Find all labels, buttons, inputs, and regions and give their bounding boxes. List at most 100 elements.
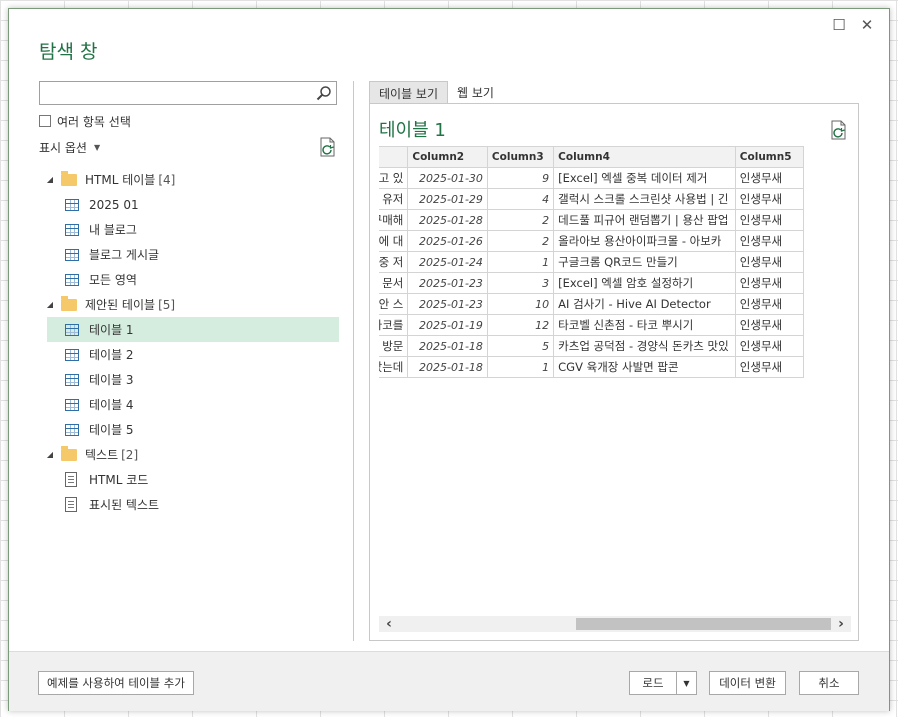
table-cell: 2025-01-19 [407, 314, 488, 336]
table-cell: CGV 육개장 사발면 팝콘 [553, 356, 736, 378]
table-row: : 구매해2025-01-282데드풀 피규어 랜덤뽑기 | 용산 팝업인생무새 [379, 209, 805, 231]
tree-group-suggested-tables[interactable]: ◢ 제안된 테이블 [5] [39, 292, 339, 317]
view-tabs: 테이블 보기 웹 보기 [369, 81, 503, 103]
scroll-left-icon[interactable]: ‹ [379, 616, 399, 632]
maximize-button[interactable]: ☐ [827, 15, 851, 35]
tree-item-label: 테이블 3 [89, 373, 134, 387]
table-cell: 인생무새 [734, 167, 805, 189]
group-count: [2] [121, 447, 139, 462]
column-header[interactable] [379, 146, 409, 168]
tab-web-view[interactable]: 웹 보기 [448, 81, 503, 103]
checkbox-box[interactable] [39, 115, 51, 127]
folder-icon [61, 295, 77, 311]
tree-item[interactable]: 내 블로그 [39, 217, 339, 242]
collapse-triangle-icon[interactable]: ◢ [45, 175, 55, 184]
table-cell: 2025-01-28 [407, 209, 488, 231]
load-dropdown-button[interactable]: ▼ [677, 671, 697, 695]
close-button[interactable]: ✕ [855, 15, 879, 35]
tree-group-text[interactable]: ◢ 텍스트 [2] [39, 442, 339, 467]
tab-table-view[interactable]: 테이블 보기 [369, 81, 449, 103]
table-cell: 대에 안 스 [379, 293, 409, 315]
table-cell: 2025-01-30 [407, 167, 488, 189]
document-icon [65, 497, 77, 512]
pane-divider[interactable] [353, 81, 354, 641]
folder-icon [61, 445, 77, 461]
table-cell: 당에 대 [379, 230, 409, 252]
add-table-using-examples-button[interactable]: 예제를 사용하여 테이블 추가 [38, 671, 194, 695]
preview-grid[interactable]: Column2 Column3 Column4 Column5 급하고 있202… [379, 146, 851, 382]
table-cell: 인생무새 [734, 356, 805, 378]
tree-item[interactable]: 테이블 3 [39, 367, 339, 392]
table-cell: 1 [486, 251, 555, 273]
document-icon [65, 472, 77, 487]
table-icon [65, 373, 79, 386]
table-icon [65, 423, 79, 436]
tree-group-html-tables[interactable]: ◢ HTML 테이블 [4] [39, 167, 339, 192]
tree-item[interactable]: 모든 영역 [39, 267, 339, 292]
table-cell: 4 [486, 188, 555, 210]
column-header[interactable]: Column5 [734, 146, 805, 168]
tree-item-selected[interactable]: 테이블 1 [47, 317, 339, 342]
tree-item[interactable]: 2025 01 [39, 192, 339, 217]
tree-item-label: 내 블로그 [89, 223, 137, 237]
multi-select-checkbox[interactable]: 여러 항목 선택 [39, 113, 131, 129]
table-cell: 점에 방문 [379, 335, 409, 357]
group-label: 제안된 테이블 [85, 298, 156, 312]
tree-item-label: 2025 01 [89, 197, 139, 212]
table-cell: 1 [486, 356, 555, 378]
collapse-triangle-icon[interactable]: ◢ [45, 300, 55, 309]
table-cell: 나.그중 저 [379, 251, 409, 273]
table-cell: 인생무새 [734, 272, 805, 294]
table-cell: : 구매해 [379, 209, 409, 231]
table-cell: 2 [486, 230, 555, 252]
search-input[interactable] [39, 81, 337, 105]
data-table: Column2 Column3 Column4 Column5 급하고 있202… [379, 146, 805, 378]
folder-icon [61, 170, 77, 186]
table-cell: 인생무새 [734, 335, 805, 357]
table-row: 대에 안 스2025-01-2310AI 검사기 - Hive AI Detec… [379, 293, 805, 315]
tree-item-label: 표시된 텍스트 [89, 498, 160, 512]
group-label: 텍스트 [85, 448, 119, 462]
scroll-thumb[interactable] [576, 618, 831, 630]
horizontal-scrollbar[interactable]: ‹ › [379, 616, 851, 632]
scroll-right-icon[interactable]: › [831, 616, 851, 632]
table-cell: 2025-01-29 [407, 188, 488, 210]
table-cell: 인생무새 [734, 230, 805, 252]
tree-item[interactable]: 테이블 2 [39, 342, 339, 367]
load-button[interactable]: 로드 [629, 671, 677, 695]
table-cell: AI 검사기 - Hive AI Detector [553, 293, 736, 315]
refresh-icon[interactable] [830, 120, 848, 140]
tree-item[interactable]: 테이블 5 [39, 417, 339, 442]
transform-data-button[interactable]: 데이터 변환 [709, 671, 786, 695]
table-cell: 12 [486, 314, 555, 336]
column-header[interactable]: Column2 [407, 146, 488, 168]
collapse-triangle-icon[interactable]: ◢ [45, 450, 55, 459]
tree-item[interactable]: 블로그 게시글 [39, 242, 339, 267]
column-header[interactable]: Column4 [553, 146, 736, 168]
table-cell: 카츠업 공덕점 - 경양식 돈카츠 맛있 [553, 335, 736, 357]
cancel-button[interactable]: 취소 [799, 671, 859, 695]
table-icon [65, 398, 79, 411]
display-options-dropdown[interactable]: 표시 옵션 ▼ [39, 139, 100, 156]
column-header[interactable]: Column3 [486, 146, 555, 168]
table-icon [65, 323, 79, 336]
tree-item[interactable]: HTML 코드 [39, 467, 339, 492]
table-icon [65, 348, 79, 361]
table-cell: 10 [486, 293, 555, 315]
navigator-tree: ◢ HTML 테이블 [4] 2025 01 내 블로그 블로그 게시글 모든 … [39, 167, 339, 517]
table-row: 점에 방문2025-01-185카츠업 공덕점 - 경양식 돈카츠 맛있인생무새 [379, 335, 805, 357]
table-cell: 올라아보 용산아이파크몰 - 아보카 [553, 230, 736, 252]
table-cell: 3 [486, 272, 555, 294]
refresh-icon[interactable] [319, 137, 337, 157]
table-row: 엑셀 문서2025-01-233[Excel] 엑셀 암호 설정하기인생무새 [379, 272, 805, 294]
tree-item[interactable]: 표시된 텍스트 [39, 492, 339, 517]
table-cell: 타코벨 신촌점 - 타코 뿌시기 [553, 314, 736, 336]
display-options-label: 표시 옵션 [39, 141, 87, 155]
tree-item[interactable]: 테이블 4 [39, 392, 339, 417]
table-cell: 구글크롬 QR코드 만들기 [553, 251, 736, 273]
group-count: [5] [158, 297, 176, 312]
table-row: 당에 대2025-01-262올라아보 용산아이파크몰 - 아보카인생무새 [379, 230, 805, 252]
caret-down-icon: ▼ [683, 678, 690, 688]
search-icon [316, 86, 331, 101]
preview-title: 테이블 1 [379, 120, 446, 141]
